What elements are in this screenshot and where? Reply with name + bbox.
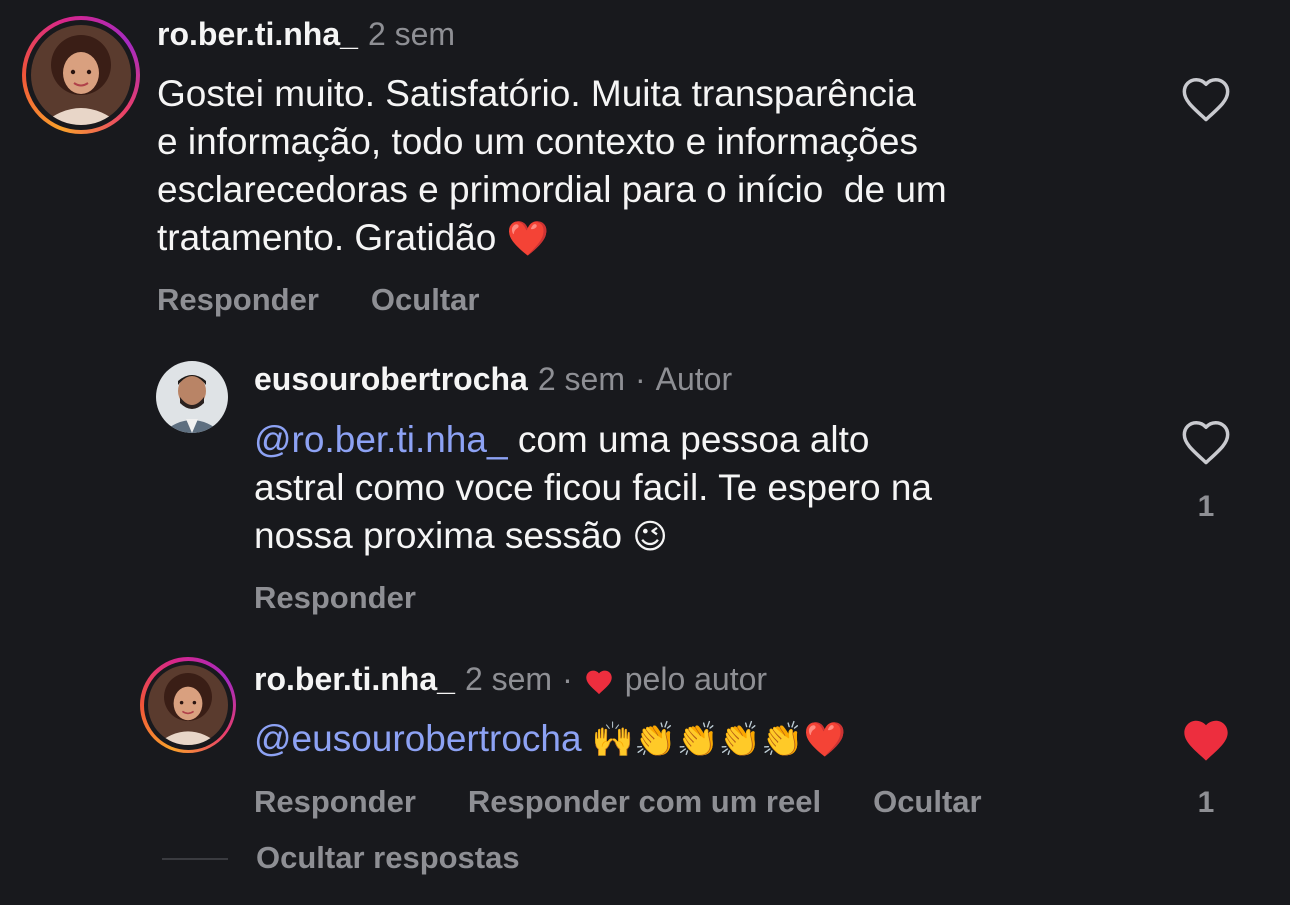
mention-link[interactable]: @ro.ber.ti.nha_ (254, 419, 508, 460)
comment-username[interactable]: ro.ber.ti.nha_ (157, 16, 358, 53)
comment-text-line: tratamento. Gratidão ❤️ (157, 214, 947, 262)
reply-with-reel-button[interactable]: Responder com um reel (468, 784, 821, 820)
hide-button[interactable]: Ocultar (873, 784, 982, 820)
hide-replies-button[interactable]: Ocultar respostas (256, 840, 520, 876)
wink-emoji: 😉 (632, 518, 668, 556)
mention-link[interactable]: @eusourobertrocha (254, 718, 582, 759)
reply-text-line: astral como voce ficou facil. Te espero … (254, 467, 932, 508)
avatar-photo (156, 361, 228, 433)
comment-time: 2 sem (367, 16, 456, 52)
avatar[interactable] (156, 361, 228, 433)
comment-text-line: e informação, todo um contexto e informa… (157, 121, 918, 162)
liked-by-author-label: pelo autor (624, 661, 768, 697)
avatar[interactable] (140, 657, 236, 753)
heart-outline-icon[interactable] (1180, 418, 1232, 466)
comment-text-last: tratamento. Gratidão (157, 217, 497, 258)
comment-text-line: esclarecedoras e primordial para o iníci… (157, 169, 947, 210)
hide-button[interactable]: Ocultar (371, 282, 480, 318)
reply-username[interactable]: eusourobertrocha (254, 361, 528, 398)
emoji-sequence: 🙌👏👏👏👏❤️ (591, 721, 846, 759)
heart-filled-icon[interactable] (1180, 716, 1232, 764)
reply-time: 2 sem (464, 661, 553, 697)
heart-emoji: ❤️ (506, 220, 549, 258)
reply-button[interactable]: Responder (254, 580, 416, 616)
reply-button[interactable]: Responder (254, 784, 416, 820)
meta-separator: · (562, 661, 573, 697)
avatar-photo (31, 25, 131, 125)
reply-body: @ro.ber.ti.nha_ com uma pessoa alto astr… (254, 416, 932, 560)
reply-text-line: @ro.ber.ti.nha_ com uma pessoa alto (254, 416, 932, 464)
like-count: 1 (1197, 490, 1215, 523)
comment-body: Gostei muito. Satisfatório. Muita transp… (157, 70, 947, 262)
avatar-photo (148, 665, 228, 745)
author-badge: Autor (655, 361, 733, 397)
heart-filled-icon (586, 670, 612, 695)
reply-text-line: nossa proxima sessão 😉 (254, 512, 932, 560)
like-count: 1 (1197, 786, 1215, 819)
replies-divider (162, 858, 228, 860)
reply-username[interactable]: ro.ber.ti.nha_ (254, 661, 455, 698)
avatar[interactable] (22, 16, 140, 134)
reply-text-line: @eusourobertrocha 🙌👏👏👏👏❤️ (254, 715, 846, 763)
reply-text-last: nossa proxima sessão (254, 515, 623, 556)
heart-outline-icon[interactable] (1180, 75, 1232, 123)
reply-body: @eusourobertrocha 🙌👏👏👏👏❤️ (254, 715, 846, 763)
reply-time: 2 sem (537, 361, 625, 397)
reply-text-first: com uma pessoa alto (507, 419, 870, 460)
reply-button[interactable]: Responder (157, 282, 319, 318)
comment-text-line: Gostei muito. Satisfatório. Muita transp… (157, 73, 916, 114)
meta-separator: · (634, 361, 646, 397)
